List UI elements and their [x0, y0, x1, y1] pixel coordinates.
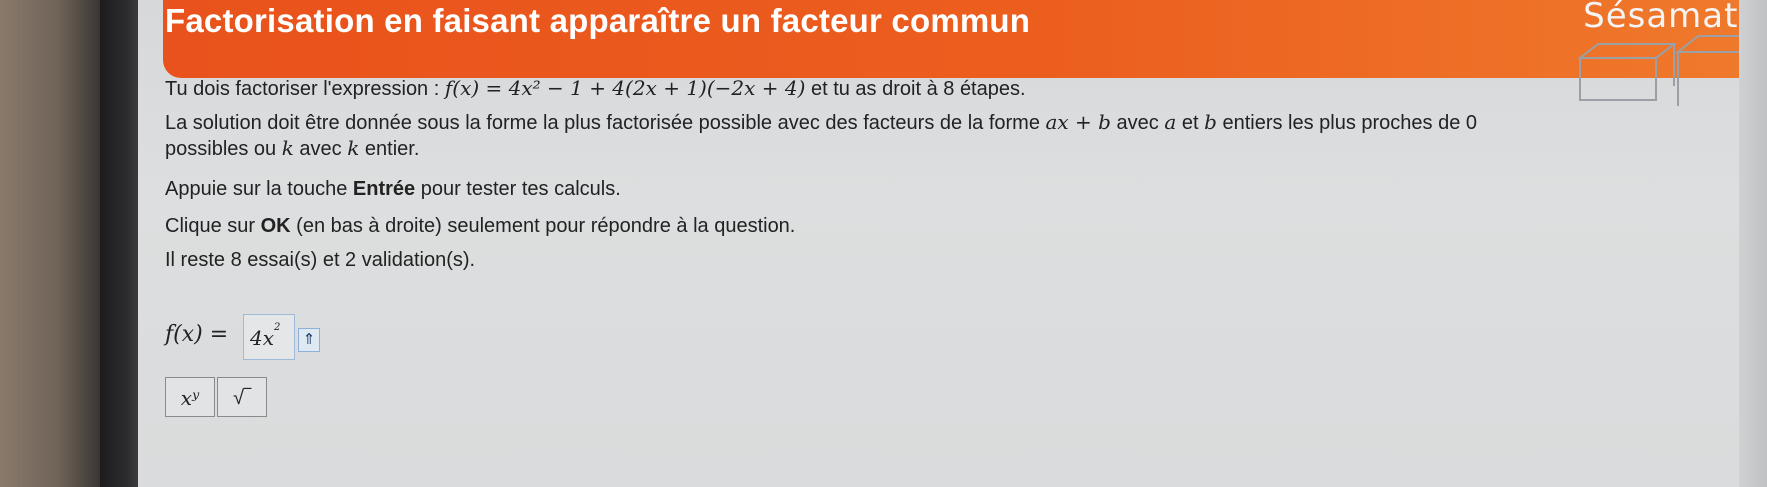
- remaining-attempts: Il reste 8 essai(s) et 2 validation(s).: [165, 249, 476, 271]
- power-key[interactable]: xʸ: [165, 377, 215, 417]
- instruction-text: avec: [1110, 112, 1165, 134]
- instruction-text: entiers les plus proches de 0: [1216, 112, 1478, 134]
- ok-instruction: Clique sur OK (en bas à droite) seulemen…: [165, 215, 795, 238]
- instruction-text: pour tester tes calculs.: [415, 178, 621, 200]
- instruction-text: et tu as droit à 8 étapes.: [805, 78, 1026, 100]
- instruction-text: Tu dois factoriser l'expression :: [165, 78, 445, 100]
- decorative-cube-icon: [1578, 35, 1758, 106]
- instruction-line-1: Tu dois factoriser l'expression : f(x) =…: [165, 76, 1026, 101]
- exercise-title: Factorisation en faisant apparaître un f…: [165, 2, 1031, 39]
- enter-key-label: Entrée: [352, 178, 416, 200]
- screen: Factorisation en faisant apparaître un f…: [138, 0, 1767, 487]
- instruction-text: entier.: [359, 138, 420, 160]
- instruction-line-2: La solution doit être donnée sous la for…: [165, 110, 1477, 135]
- instruction-text: avec: [293, 138, 348, 160]
- var-k: k: [347, 136, 360, 160]
- exponent-exit-button[interactable]: ⇑: [298, 328, 320, 352]
- header-banner: Factorisation en faisant apparaître un f…: [163, 0, 1767, 78]
- sqrt-key[interactable]: √‾: [217, 377, 267, 417]
- answer-label: f(x) =: [165, 322, 229, 347]
- var-b: b: [1204, 110, 1217, 134]
- instruction-text: Clique sur: [165, 215, 261, 237]
- answer-exponent: 2: [274, 322, 281, 333]
- screen-edge: [1739, 0, 1767, 487]
- enter-instruction: Appuie sur la touche Entrée pour tester …: [165, 178, 621, 201]
- ok-key-label: OK: [260, 215, 291, 237]
- instruction-text: Appuie sur la touche: [165, 178, 353, 200]
- answer-value: 4x: [250, 326, 275, 350]
- instruction-text: et: [1176, 112, 1205, 134]
- var-a: a: [1164, 110, 1177, 134]
- instruction-line-3: possibles ou k avec k entier.: [165, 136, 419, 161]
- monitor-bezel: [100, 0, 138, 487]
- instruction-text: possibles ou: [165, 138, 282, 160]
- factor-form: ax + b: [1045, 110, 1111, 134]
- expression: f(x) = 4x² − 1 + 4(2x + 1)(−2x + 4): [444, 76, 806, 100]
- desk-background: [0, 0, 100, 487]
- var-k: k: [281, 136, 294, 160]
- answer-input[interactable]: 4x2: [243, 314, 295, 360]
- instruction-text: La solution doit être donnée sous la for…: [165, 112, 1046, 134]
- instruction-text: (en bas à droite) seulement pour répondr…: [290, 215, 796, 237]
